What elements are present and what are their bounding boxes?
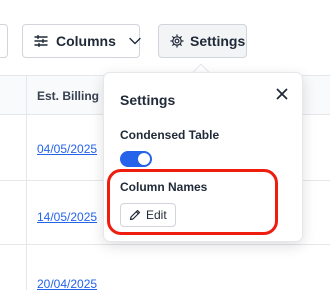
- column-divider: [26, 75, 27, 290]
- columns-button-label: Columns: [56, 33, 116, 49]
- settings-button-label: Settings: [190, 33, 246, 49]
- condensed-table-label: Condensed Table: [120, 128, 220, 142]
- toggle-knob: [138, 153, 150, 165]
- highlight-annotation: [107, 169, 278, 235]
- condensed-table-toggle[interactable]: [120, 151, 152, 167]
- settings-button[interactable]: Settings: [158, 24, 247, 58]
- close-icon: [276, 88, 288, 100]
- toolbar-button-partial[interactable]: [0, 24, 8, 58]
- billing-date-link[interactable]: 14/05/2025: [37, 210, 97, 224]
- close-button[interactable]: [274, 86, 290, 102]
- billing-date-link[interactable]: 04/05/2025: [37, 142, 97, 156]
- row-divider: [0, 244, 330, 245]
- sliders-icon: [34, 35, 48, 47]
- popover-title: Settings: [120, 92, 176, 108]
- columns-button[interactable]: Columns: [22, 24, 141, 58]
- column-header-est-billing-date[interactable]: Est. Billing D: [37, 89, 111, 103]
- chevron-down-icon: [129, 37, 141, 45]
- billing-date-link[interactable]: 20/04/2025: [37, 277, 97, 291]
- gear-icon: [170, 34, 184, 48]
